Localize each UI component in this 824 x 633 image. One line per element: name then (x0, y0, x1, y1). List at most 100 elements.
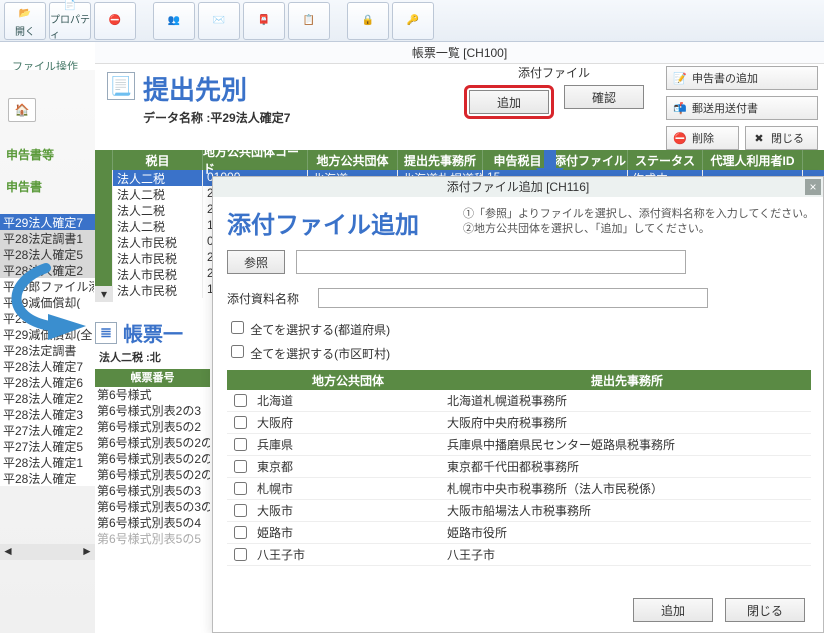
error-icon: ⛔ (105, 11, 125, 31)
row-checkbox[interactable] (234, 438, 247, 451)
row-checkbox[interactable] (234, 482, 247, 495)
form-list-item[interactable]: 第6号様式別表5の3の2 (95, 499, 210, 515)
file-path-field[interactable] (296, 250, 686, 274)
file-list-item[interactable]: 平28法人確定6 (0, 374, 95, 390)
file-list-item[interactable]: 平28法定調書 (0, 342, 95, 358)
row-checkbox[interactable] (234, 394, 247, 407)
home-button[interactable]: 🏠 (8, 98, 36, 122)
modal-grid-header: 提出先事務所 (443, 370, 811, 390)
grid-header-cell: 添付ファイル (553, 150, 628, 170)
delete-button[interactable]: ⛔ (94, 2, 136, 40)
file-list-item[interactable]: 平28法人確定2 (0, 262, 95, 278)
form-list-item[interactable]: 第6号様式別表5の3 (95, 483, 210, 499)
doc-button[interactable]: 📋 (288, 2, 330, 40)
sub-list[interactable]: 第6号様式第6号様式別表2の3第6号様式別表5の2第6号様式別表5の2の2第6号… (95, 387, 210, 547)
row-checkbox[interactable] (234, 504, 247, 517)
file-list-item[interactable]: 平28郎ファイル添 (0, 278, 95, 294)
file-list-item[interactable]: 平29法人確定7 (0, 214, 95, 230)
modal-grid-row[interactable]: 札幌市札幌市中央市税事務所（法人市民税係） (227, 478, 811, 500)
modal-note: ①「参照」よりファイルを選択し、添付資料名称を入力してください。 ②地方公共団体… (463, 207, 814, 238)
modal-grid-row[interactable]: 東京都東京都千代田都税事務所 (227, 456, 811, 478)
grid-header-cell: ステータス (628, 150, 703, 170)
left-label-tab[interactable]: 申告書 (6, 178, 42, 195)
file-list-item[interactable]: 平28法定調書1 (0, 230, 95, 246)
property-label: プロパティ (50, 11, 90, 41)
modal-grid-row[interactable]: 八王子市八王子市 (227, 544, 811, 566)
modal-grid-row[interactable]: 北海道北海道札幌道税事務所 (227, 390, 811, 412)
file-list-item[interactable]: 平29減価償却(全 (0, 326, 95, 342)
users-icon: 👥 (164, 11, 184, 31)
delete-icon: ⛔ (673, 131, 687, 145)
file-list-item[interactable]: 平28法人確定5 (0, 246, 95, 262)
doc-icon: 📋 (299, 11, 319, 31)
row-checkbox[interactable] (234, 526, 247, 539)
mail-button[interactable]: ✉️ (198, 2, 240, 40)
close-side-button[interactable]: ✖ 閉じる (745, 126, 818, 150)
folder-open-icon: 📂 (15, 3, 35, 23)
file-list-item[interactable]: 平27法人確定2 (0, 422, 95, 438)
row-checkbox[interactable] (234, 416, 247, 429)
grid-scroll-down[interactable]: ▾ (95, 286, 113, 302)
form-list-item[interactable]: 第6号様式別表5の2 (95, 419, 210, 435)
modal-add-button[interactable]: 追加 (633, 598, 713, 622)
modal-grid-row[interactable]: 姫路市姫路市役所 (227, 522, 811, 544)
key-button[interactable]: 🔑 (392, 2, 434, 40)
modal-grid-header (227, 370, 253, 390)
form-list-item[interactable]: 第6号様式別表5の2の3 (95, 451, 210, 467)
add-declaration-button[interactable]: 📝 申告書の追加 (666, 66, 818, 90)
postal-button[interactable]: 📬 郵送用送付書 (666, 96, 818, 120)
form-list-item[interactable]: 第6号様式別表5の5 (95, 531, 210, 547)
file-list-item[interactable]: 平29 (0, 310, 95, 326)
browse-button[interactable]: 参照 (227, 250, 285, 274)
grid-header-cell: 税目 (113, 150, 203, 170)
file-list-item[interactable]: 平28法人確定1 (0, 454, 95, 470)
row-checkbox[interactable] (234, 548, 247, 561)
left-file-list[interactable]: 平29法人確定7平28法定調書1平28法人確定5平28法人確定2平28郎ファイル… (0, 214, 95, 486)
open-button[interactable]: 📂 開く (4, 2, 46, 40)
modal-grid[interactable]: 北海道北海道札幌道税事務所大阪府大阪府中央府税事務所兵庫県兵庫県中播磨県民センタ… (227, 390, 811, 566)
sub-grid-header: 帳票番号 (95, 369, 210, 387)
modal-grid-header: 地方公共団体 (253, 370, 443, 390)
modal-grid-row[interactable]: 大阪市大阪市船場法人市税事務所 (227, 500, 811, 522)
check-all-city[interactable]: 全てを選択する(市区町村) (227, 342, 811, 362)
left-label-decl: 申告書等 (6, 146, 54, 163)
open-label: 開く (15, 23, 35, 38)
file-list-item[interactable]: 平28法人確定7 (0, 358, 95, 374)
left-scrollbar[interactable]: ◄► (0, 544, 95, 560)
grid-header-cell: 申告税目 (483, 150, 553, 170)
property-button[interactable]: 📄 プロパティ (49, 2, 91, 40)
grid-header-cell: 地方公共団体コード (203, 150, 308, 170)
attach-confirm-button[interactable]: 確認 (564, 85, 644, 109)
form-list-item[interactable]: 第6号様式別表5の2の4 (95, 467, 210, 483)
modal-close-x[interactable]: × (805, 179, 821, 195)
modal-grid-row[interactable]: 兵庫県兵庫県中播磨県民センター姫路県税事務所 (227, 434, 811, 456)
file-list-item[interactable]: 平28法人確定3 (0, 406, 95, 422)
main-title: 提出先別 (143, 70, 290, 107)
material-name-input[interactable] (318, 288, 708, 308)
row-checkbox[interactable] (234, 460, 247, 473)
form-list-item[interactable]: 第6号様式別表2の3 (95, 403, 210, 419)
window-title: 帳票一覧 [CH100] (95, 42, 824, 64)
modal-grid-row[interactable]: 大阪府大阪府中央府税事務所 (227, 412, 811, 434)
grid-header-cell: 提出先事務所 (398, 150, 483, 170)
send-button[interactable]: 📮 (243, 2, 285, 40)
file-list-item[interactable]: 平28法人確定 (0, 470, 95, 486)
lock-button[interactable]: 🔒 (347, 2, 389, 40)
doc-plus-icon: 📝 (673, 71, 687, 85)
modal-close-button[interactable]: 閉じる (725, 598, 805, 622)
form-list-item[interactable]: 第6号様式 (95, 387, 210, 403)
users-button[interactable]: 👥 (153, 2, 195, 40)
lock-icon: 🔒 (358, 11, 378, 31)
close-icon: ✖ (752, 131, 766, 145)
postal-icon: 📬 (673, 101, 687, 115)
form-list-item[interactable]: 第6号様式別表5の2の2 (95, 435, 210, 451)
check-all-pref[interactable]: 全てを選択する(都道府県) (227, 318, 811, 338)
modal-title: 添付ファイル追加 [CH116] × (213, 177, 823, 197)
form-list-item[interactable]: 第6号様式別表5の4 (95, 515, 210, 531)
delete-side-button[interactable]: ⛔ 削除 (666, 126, 739, 150)
file-list-item[interactable]: 平28法人確定2 (0, 390, 95, 406)
file-list-item[interactable]: 平29減価償却( (0, 294, 95, 310)
attach-add-highlight: 追加 (464, 85, 554, 119)
attach-add-button[interactable]: 追加 (469, 90, 549, 114)
file-list-item[interactable]: 平27法人確定5 (0, 438, 95, 454)
